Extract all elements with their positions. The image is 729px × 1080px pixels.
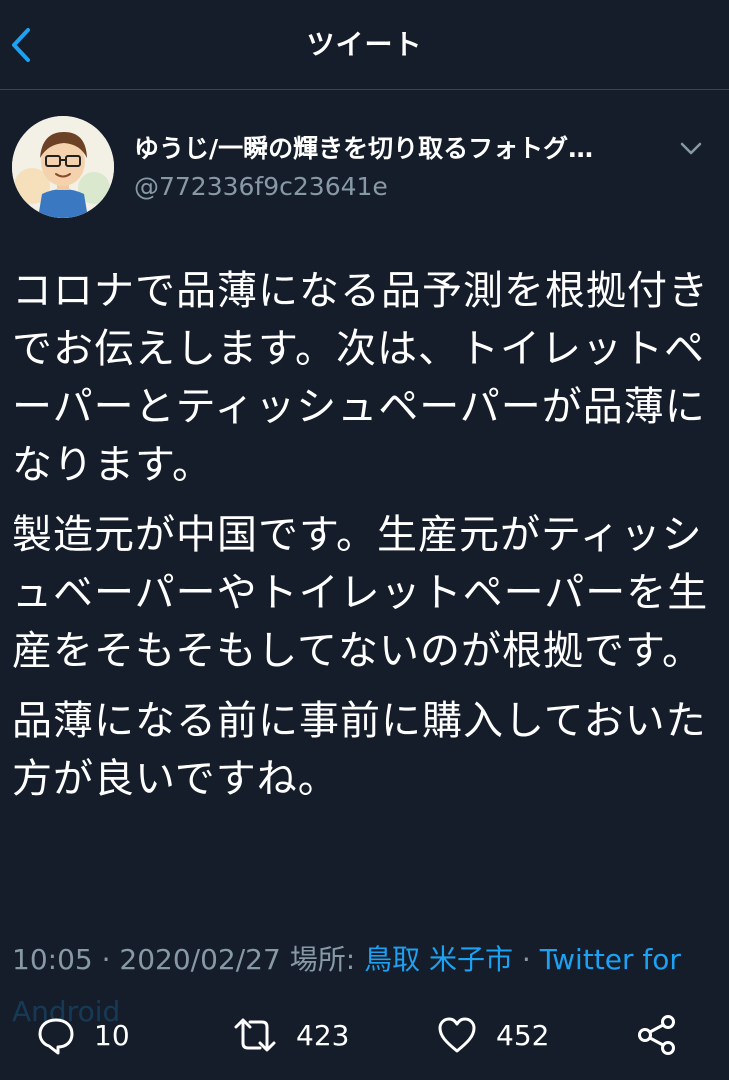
location-link[interactable]: 鳥取 米子市 (364, 943, 513, 976)
tweet-time: 10:05 (12, 943, 93, 976)
reply-button[interactable]: 10 (36, 1010, 130, 1060)
tweet-actions: 10 423 452 (0, 1000, 729, 1070)
reply-count: 10 (94, 1018, 130, 1052)
separator: · (521, 943, 531, 976)
share-button[interactable] (636, 1010, 678, 1060)
tweet-paragraph: 製造元が中国です。生産元がティッシュベーパーやトイレットペーパーを生産をそもそも… (12, 512, 709, 674)
tweet-paragraph: コロナで品薄になる品予測を根拠付きでお伝えします。次は、トイレットペーパーとティ… (12, 268, 709, 488)
client-link[interactable]: Twitter for (540, 943, 681, 976)
display-name[interactable]: ゆうじ/一瞬の輝きを切り取るフォトグ… (134, 132, 654, 166)
chevron-down-icon (680, 142, 702, 155)
top-bar: ツイート (0, 0, 729, 90)
avatar-illustration (12, 116, 114, 218)
reply-icon (38, 1018, 74, 1055)
separator: · (101, 943, 111, 976)
like-count: 452 (496, 1018, 550, 1052)
page-title: ツイート (306, 28, 423, 61)
user-handle[interactable]: @772336f9c23641e (134, 170, 388, 204)
tweet-text: コロナで品薄になる品予測を根拠付きでお伝えします。次は、トイレットペーパーとティ… (12, 262, 712, 820)
retweet-button[interactable]: 423 (232, 1010, 349, 1060)
tweet-author: ゆうじ/一瞬の輝きを切り取るフォトグ… @772336f9c23641e (0, 90, 729, 230)
tweet-metadata: 10:05 · 2020/02/27 場所: 鳥取 米子市 · Twitter … (12, 936, 702, 984)
share-icon (638, 1015, 675, 1055)
location-label: 場所: (289, 943, 356, 976)
more-options-button[interactable] (674, 134, 708, 164)
like-button[interactable]: 452 (436, 1010, 549, 1060)
like-icon (438, 1017, 476, 1053)
avatar[interactable] (12, 116, 114, 218)
retweet-icon (234, 1018, 276, 1052)
tweet-paragraph: 品薄になる前に事前に購入しておいた方が良いですね。 (12, 698, 707, 802)
retweet-count: 423 (296, 1018, 350, 1052)
tweet-date: 2020/02/27 (119, 943, 281, 976)
